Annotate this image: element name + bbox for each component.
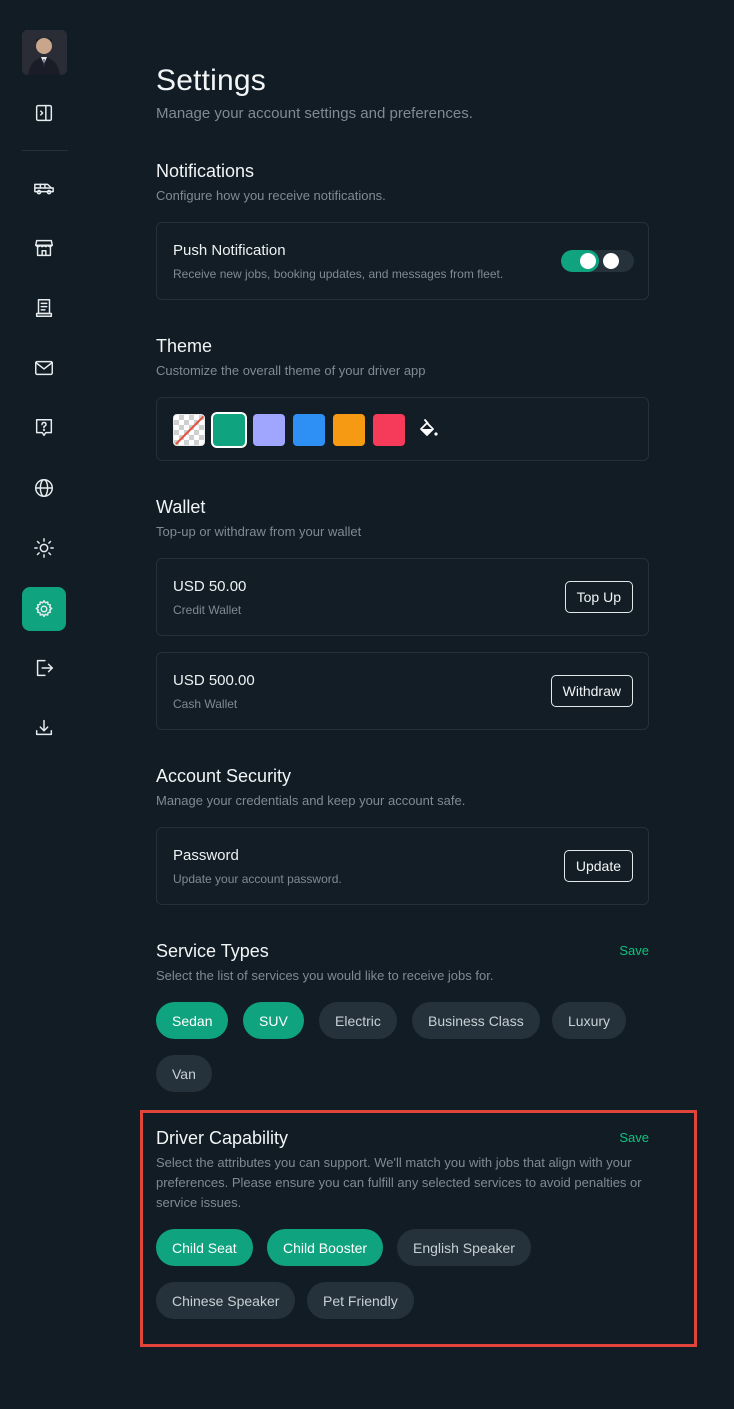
credit-wallet-label: Credit Wallet — [173, 603, 242, 617]
chip-luxury[interactable]: Luxury — [552, 1002, 627, 1039]
chip-van[interactable]: Van — [156, 1055, 212, 1092]
theme-swatch-green[interactable] — [213, 414, 245, 446]
notifications-title: Notifications — [156, 161, 255, 181]
cash-wallet-label: Cash Wallet — [173, 697, 238, 711]
service-types-subtitle: Select the list of services you would li… — [156, 968, 494, 983]
theme-swatch-lavender[interactable] — [253, 414, 285, 446]
password-title: Password — [173, 847, 239, 864]
receipt-icon[interactable] — [22, 286, 66, 330]
toggle-knob — [580, 253, 596, 269]
chip-pet-friendly[interactable]: Pet Friendly — [307, 1282, 414, 1319]
download-icon[interactable] — [22, 706, 66, 750]
chip-business-class[interactable]: Business Class — [412, 1002, 540, 1039]
theme-subtitle: Customize the overall theme of your driv… — [156, 363, 426, 378]
theme-swatch-none[interactable] — [173, 414, 205, 446]
push-notification-card: Push Notification Receive new jobs, book… — [156, 222, 649, 300]
mail-icon[interactable] — [22, 346, 66, 390]
cash-wallet-amount: USD 500.00 — [173, 672, 255, 689]
password-card: Password Update your account password. U… — [156, 827, 649, 905]
sidebar-divider — [22, 150, 68, 151]
chip-suv[interactable]: SUV — [243, 1002, 304, 1039]
service-types-save-link[interactable]: Save — [619, 943, 649, 958]
theme-swatch-red[interactable] — [373, 414, 405, 446]
push-notification-toggle[interactable] — [561, 250, 634, 272]
password-desc: Update your account password. — [173, 872, 342, 886]
chip-electric[interactable]: Electric — [319, 1002, 397, 1039]
gear-icon[interactable] — [22, 587, 66, 631]
wallet-title: Wallet — [156, 497, 206, 517]
capability-save-link[interactable]: Save — [619, 1130, 649, 1145]
toggle-knob-secondary — [603, 253, 619, 269]
page-subtitle: Manage your account settings and prefere… — [156, 105, 473, 122]
service-types-title: Service Types — [156, 941, 269, 961]
credit-wallet-card: USD 50.00 Credit Wallet Top Up — [156, 558, 649, 636]
sidebar — [0, 0, 88, 1409]
credit-wallet-amount: USD 50.00 — [173, 578, 247, 595]
notifications-subtitle: Configure how you receive notifications. — [156, 188, 386, 203]
security-title: Account Security — [156, 766, 292, 786]
chip-sedan[interactable]: Sedan — [156, 1002, 229, 1039]
avatar[interactable] — [22, 30, 67, 75]
store-icon[interactable] — [22, 226, 66, 270]
page-title: Settings — [156, 64, 266, 97]
capability-subtitle: Select the attributes you can support. W… — [156, 1155, 642, 1210]
theme-title: Theme — [156, 336, 213, 356]
wallet-subtitle: Top-up or withdraw from your wallet — [156, 524, 362, 539]
security-subtitle: Manage your credentials and keep your ac… — [156, 793, 466, 808]
panel-toggle-icon[interactable] — [22, 91, 66, 135]
globe-icon[interactable] — [22, 466, 66, 510]
cash-wallet-card: USD 500.00 Cash Wallet Withdraw — [156, 652, 649, 730]
push-notification-desc: Receive new jobs, booking updates, and m… — [173, 267, 504, 281]
theme-swatch-blue[interactable] — [293, 414, 325, 446]
logout-icon[interactable] — [22, 646, 66, 690]
capability-title: Driver Capability — [156, 1128, 289, 1148]
help-icon[interactable] — [22, 406, 66, 450]
theme-swatch-orange[interactable] — [333, 414, 365, 446]
chip-english-speaker[interactable]: English Speaker — [397, 1229, 531, 1266]
update-password-button[interactable]: Update — [563, 850, 633, 882]
top-up-button[interactable]: Top Up — [564, 581, 633, 613]
paint-bucket-icon[interactable] — [416, 418, 440, 442]
push-notification-title: Push Notification — [173, 242, 286, 259]
theme-card — [156, 397, 649, 461]
vehicle-icon[interactable] — [22, 166, 66, 210]
chip-chinese-speaker[interactable]: Chinese Speaker — [156, 1282, 296, 1319]
chip-child-booster[interactable]: Child Booster — [267, 1229, 384, 1266]
chip-child-seat[interactable]: Child Seat — [156, 1229, 253, 1266]
avatar-portrait — [22, 30, 67, 75]
sun-icon[interactable] — [22, 526, 66, 570]
withdraw-button[interactable]: Withdraw — [550, 675, 633, 707]
